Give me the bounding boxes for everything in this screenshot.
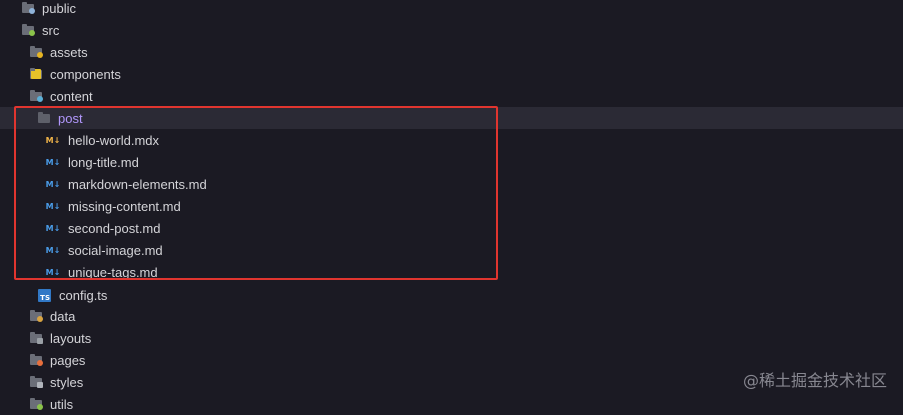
tree-item-label: assets bbox=[50, 44, 88, 60]
tree-item-assets[interactable]: assets bbox=[0, 41, 903, 63]
tree-item-public[interactable]: public bbox=[0, 0, 903, 19]
tree-item-missing-content-md[interactable]: M↓ missing-content.md bbox=[0, 195, 903, 217]
tree-item-label: long-title.md bbox=[68, 154, 139, 170]
markdown-file-icon: M↓ bbox=[45, 201, 61, 211]
styles-folder-icon bbox=[30, 376, 43, 388]
file-explorer-tree: public src assets components content pos… bbox=[0, 0, 903, 412]
tree-item-hello-world-mdx[interactable]: M↓ hello-world.mdx bbox=[0, 129, 903, 151]
tree-item-src[interactable]: src bbox=[0, 19, 903, 41]
tree-item-long-title-md[interactable]: M↓ long-title.md bbox=[0, 151, 903, 173]
tree-item-second-post-md[interactable]: M↓ second-post.md bbox=[0, 217, 903, 239]
markdown-file-icon: M↓ bbox=[45, 245, 61, 255]
utils-folder-icon bbox=[30, 398, 43, 410]
tree-item-label: markdown-elements.md bbox=[68, 176, 207, 192]
tree-item-label: config.ts bbox=[59, 287, 108, 303]
tree-item-markdown-elements-md[interactable]: M↓ markdown-elements.md bbox=[0, 173, 903, 195]
data-folder-icon bbox=[30, 310, 43, 322]
content-folder-icon bbox=[30, 90, 43, 102]
tree-item-label: styles bbox=[50, 374, 84, 390]
tree-item-utils[interactable]: utils bbox=[0, 393, 903, 415]
tree-item-post[interactable]: post bbox=[0, 107, 903, 129]
markdown-file-icon: M↓ bbox=[45, 223, 61, 233]
tree-item-label: second-post.md bbox=[68, 220, 161, 236]
tree-item-content[interactable]: content bbox=[0, 85, 903, 107]
components-folder-icon bbox=[30, 68, 42, 80]
markdown-file-icon: M↓ bbox=[45, 267, 61, 277]
globe-folder-icon bbox=[22, 2, 35, 14]
tree-item-label: hello-world.mdx bbox=[68, 132, 160, 148]
tree-item-label: missing-content.md bbox=[68, 198, 181, 214]
tree-item-label: components bbox=[50, 66, 121, 82]
layouts-folder-icon bbox=[30, 332, 43, 344]
tree-item-label: social-image.md bbox=[68, 242, 163, 258]
code-folder-icon bbox=[22, 24, 35, 36]
tree-item-label: post bbox=[58, 110, 83, 126]
folder-open-icon bbox=[38, 112, 50, 124]
tree-item-unique-tags-md[interactable]: M↓ unique-tags.md bbox=[0, 261, 903, 283]
assets-folder-icon bbox=[30, 46, 43, 58]
tree-item-social-image-md[interactable]: M↓ social-image.md bbox=[0, 239, 903, 261]
markdown-file-icon: M↓ bbox=[45, 157, 61, 167]
tree-item-label: content bbox=[50, 88, 93, 104]
mdx-file-icon: M↓ bbox=[45, 135, 61, 145]
tree-item-layouts[interactable]: layouts bbox=[0, 327, 903, 349]
watermark: @稀土掘金技术社区 bbox=[742, 371, 887, 390]
tree-item-label: unique-tags.md bbox=[68, 264, 158, 280]
tree-item-components[interactable]: components bbox=[0, 63, 903, 85]
tree-item-config-ts[interactable]: TS config.ts bbox=[0, 284, 903, 306]
tree-item-label: utils bbox=[50, 396, 74, 412]
tree-item-label: src bbox=[42, 22, 60, 38]
tree-item-label: public bbox=[42, 0, 76, 16]
tree-item-label: layouts bbox=[50, 330, 92, 346]
tree-item-data[interactable]: data bbox=[0, 305, 903, 327]
pages-folder-icon bbox=[30, 354, 43, 366]
markdown-file-icon: M↓ bbox=[45, 179, 61, 189]
typescript-file-icon: TS bbox=[38, 288, 51, 302]
tree-item-label: data bbox=[50, 308, 76, 324]
tree-item-label: pages bbox=[50, 352, 86, 368]
